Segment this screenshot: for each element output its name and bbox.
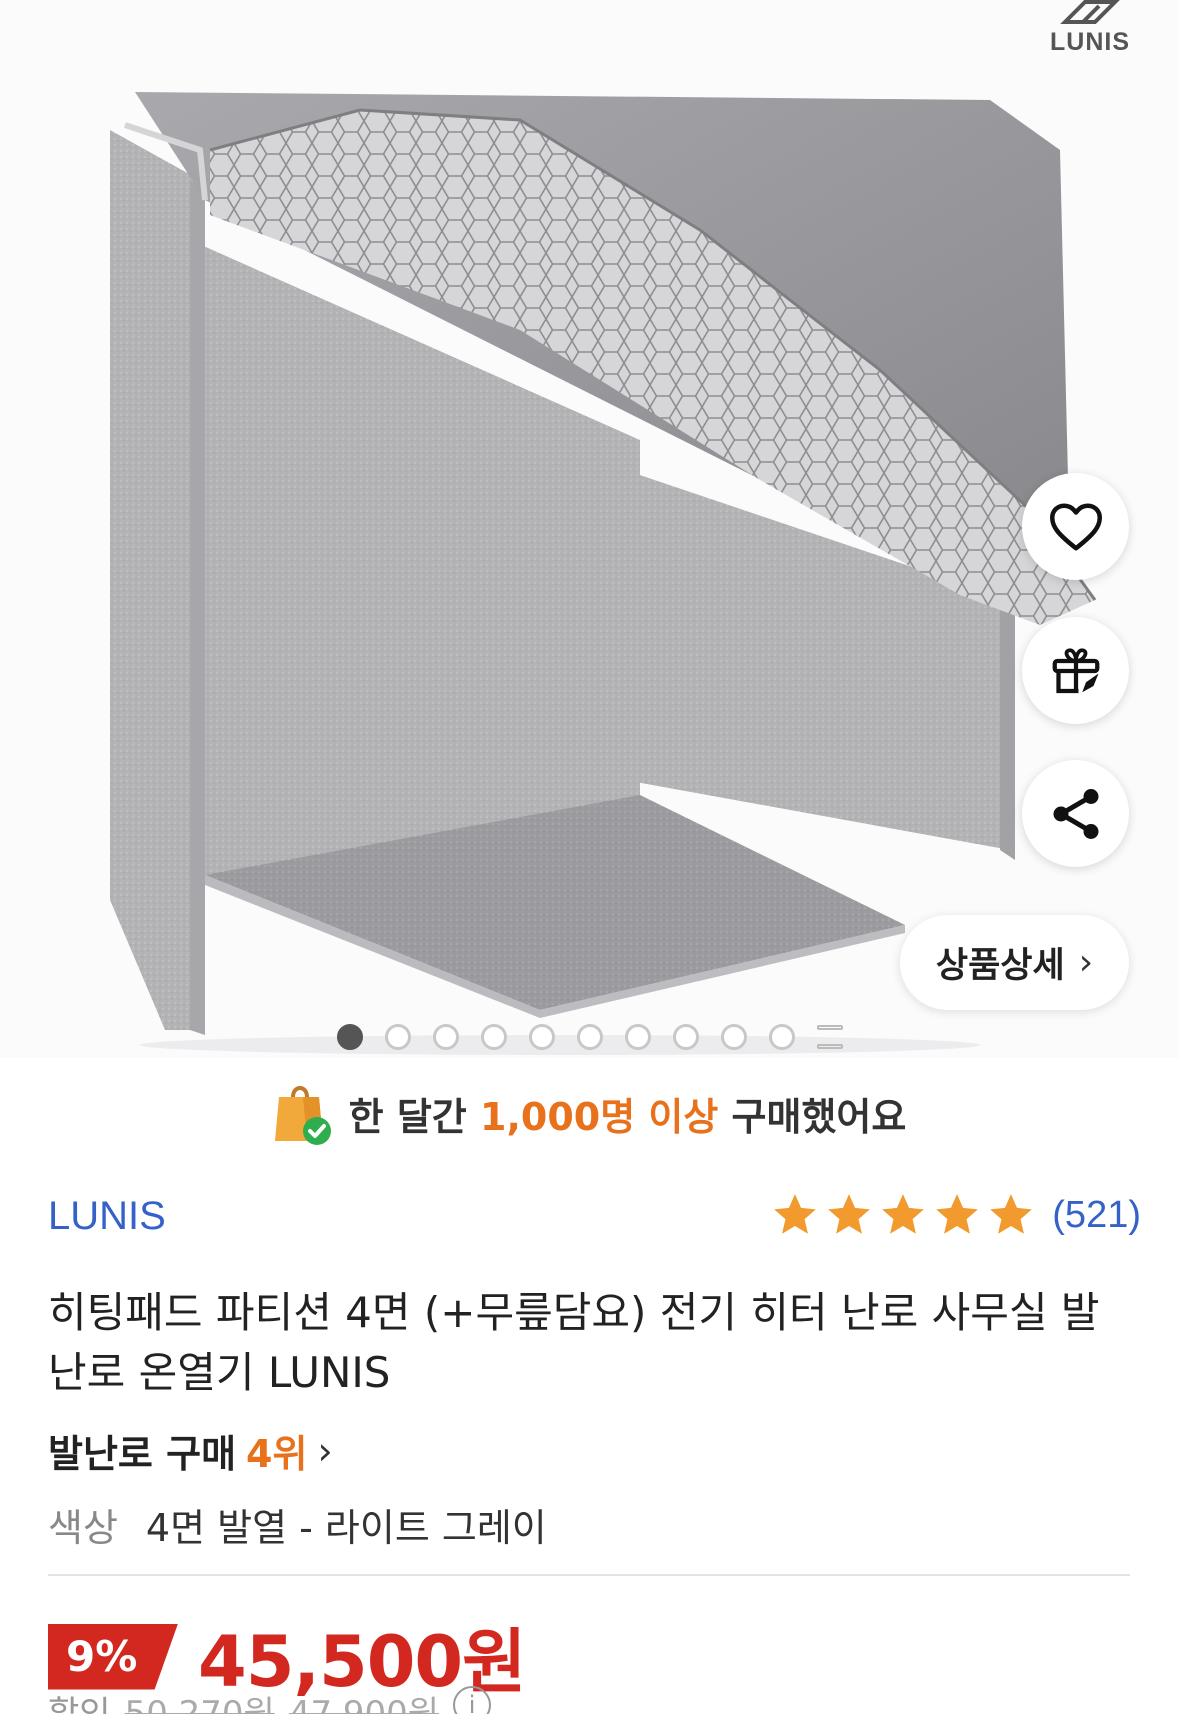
gift-icon (1052, 647, 1099, 693)
option-value: 4면 발열 - 라이트 그레이 (145, 1506, 547, 1550)
carousel-dot[interactable] (577, 1024, 603, 1050)
shopping-bag-check-icon (274, 1086, 331, 1145)
carousel-dot[interactable] (769, 1024, 795, 1050)
carousel-grid-icon[interactable] (817, 1025, 843, 1049)
banner-suffix: 구매했어요 (718, 1094, 907, 1139)
star-icon (774, 1194, 817, 1234)
info-icon[interactable]: i (453, 1686, 492, 1714)
heart-icon (1049, 503, 1102, 550)
original-price: 50,270원 (124, 1694, 275, 1714)
carousel-dot[interactable] (433, 1024, 459, 1050)
chevron-right-icon: › (317, 1428, 333, 1473)
like-button[interactable] (1022, 473, 1129, 580)
review-count[interactable]: (521) (1052, 1194, 1141, 1237)
secondary-price: 47,900원 (288, 1694, 440, 1714)
share-icon (1053, 788, 1098, 839)
carousel-dot[interactable] (529, 1024, 555, 1050)
carousel-dot[interactable] (481, 1024, 507, 1050)
product-image-carousel[interactable]: LUNIS 상품상세 › (0, 0, 1179, 1058)
price-breakdown: 할인 50,270원 47,900원 i (48, 1686, 492, 1714)
product-title: 히팅패드 파티션 4면 (+무릎담요) 전기 히터 난로 사무실 발난로 온열기… (48, 1288, 1100, 1397)
carousel-dot[interactable] (721, 1024, 747, 1050)
gift-button[interactable] (1022, 617, 1129, 724)
product-detail-button[interactable]: 상품상세 › (900, 915, 1129, 1010)
carousel-dot[interactable] (337, 1024, 363, 1050)
discount-label: 할인 (48, 1694, 111, 1714)
product-photo (110, 92, 1097, 1055)
discount-badge: 9% (48, 1623, 178, 1690)
star-icon (990, 1194, 1033, 1234)
banner-highlight: 1,000명 이상 (480, 1094, 719, 1139)
lunis-logo-icon (1060, 0, 1120, 24)
purchase-count-banner: 한 달간 1,000명 이상 구매했어요 (0, 1078, 1179, 1148)
rank-category: 발난로 구매 (48, 1432, 237, 1476)
carousel-dot[interactable] (673, 1024, 699, 1050)
carousel-dot[interactable] (625, 1024, 651, 1050)
category-rank-link[interactable]: 발난로 구매 4위 › (48, 1423, 333, 1478)
carousel-indicator[interactable] (337, 1022, 843, 1052)
star-icon (828, 1194, 871, 1234)
rank-value: 4위 (246, 1432, 308, 1476)
rating-summary[interactable]: (521) (770, 1190, 1141, 1240)
carousel-dot[interactable] (385, 1024, 411, 1050)
purchase-count-text: 한 달간 1,000명 이상 구매했어요 (349, 1086, 907, 1141)
brand-watermark: LUNIS (1050, 0, 1130, 56)
brand-watermark-text: LUNIS (1050, 28, 1130, 56)
selected-option: 색상 4면 발열 - 라이트 그레이 (48, 1497, 547, 1552)
divider (48, 1574, 1130, 1576)
star-icon (936, 1194, 979, 1234)
banner-prefix: 한 달간 (348, 1094, 480, 1139)
option-label: 색상 (48, 1506, 118, 1550)
product-detail-label: 상품상세 (935, 946, 1065, 986)
chevron-right-icon: › (1078, 942, 1094, 983)
star-icon (882, 1194, 925, 1234)
brand-link[interactable]: LUNIS (48, 1194, 166, 1239)
share-button[interactable] (1022, 760, 1129, 867)
